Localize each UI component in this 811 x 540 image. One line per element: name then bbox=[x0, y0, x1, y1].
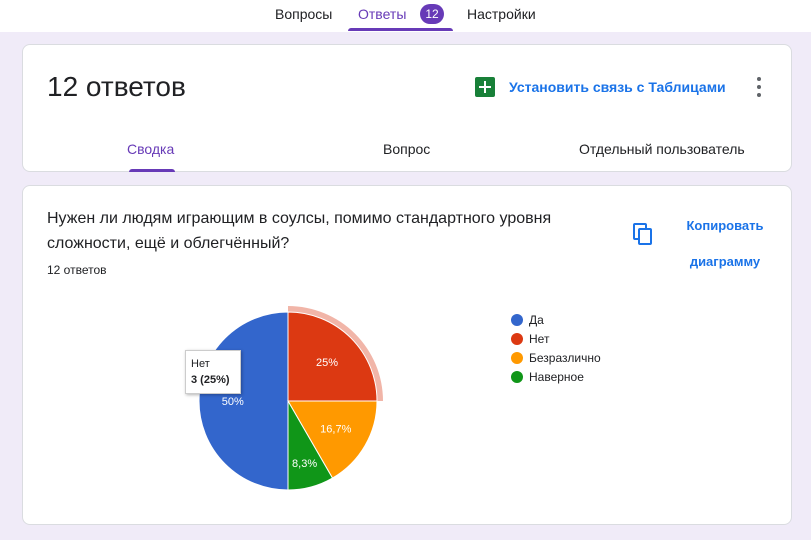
legend-swatch bbox=[511, 332, 523, 345]
question-summary-card: Нужен ли людям играющим в соулсы, помимо… bbox=[22, 185, 792, 525]
pie-slice-label-4: 8,3% bbox=[292, 458, 317, 470]
pie-slice-label-2: 25% bbox=[316, 357, 338, 369]
tab-responses[interactable]: Ответы bbox=[358, 6, 406, 22]
pie-slice-label-3: 16,7% bbox=[320, 424, 351, 436]
tab-question[interactable]: Вопрос bbox=[383, 141, 430, 157]
tab-individual[interactable]: Отдельный пользователь bbox=[579, 141, 745, 157]
legend-item-3[interactable]: Безразлично bbox=[511, 348, 601, 367]
tab-summary[interactable]: Сводка bbox=[127, 141, 174, 157]
legend-item-2[interactable]: Нет bbox=[511, 329, 601, 348]
tooltip-label: Нет bbox=[191, 358, 210, 370]
legend-swatch bbox=[511, 370, 523, 383]
legend-swatch bbox=[511, 313, 523, 326]
chart-legend: Да Нет Безразлично Наверное bbox=[511, 310, 601, 386]
chart-tooltip: Нет 3 (25%) bbox=[185, 350, 241, 394]
active-tab-indicator bbox=[348, 28, 453, 31]
pie-slice-label-1: 50% bbox=[222, 396, 244, 408]
responses-count-badge: 12 bbox=[420, 4, 444, 24]
pie-chart: 50% 25% 16,7% 8,3% bbox=[198, 306, 383, 491]
legend-label: Нет bbox=[529, 331, 550, 346]
tab-settings[interactable]: Настройки bbox=[467, 6, 536, 22]
responses-header-card: 12 ответов Установить связь с Таблицами … bbox=[22, 44, 792, 172]
legend-item-1[interactable]: Да bbox=[511, 310, 601, 329]
link-sheets-label: Установить связь с Таблицами bbox=[509, 79, 726, 95]
copy-icon bbox=[633, 223, 652, 245]
copy-chart-label-2: диаграмму bbox=[689, 254, 761, 269]
copy-chart-button[interactable]: Копировать диаграмму bbox=[633, 206, 783, 269]
form-tabs: Вопросы Ответы 12 Настройки bbox=[0, 0, 811, 32]
sheets-icon bbox=[475, 77, 495, 97]
legend-label: Наверное bbox=[529, 369, 584, 384]
page-title: 12 ответов bbox=[47, 71, 186, 102]
legend-item-4[interactable]: Наверное bbox=[511, 367, 601, 386]
legend-label: Да bbox=[529, 312, 544, 327]
tooltip-value: 3 (25%) bbox=[191, 374, 230, 386]
more-options-icon[interactable] bbox=[753, 75, 765, 99]
tab-questions[interactable]: Вопросы bbox=[275, 6, 332, 22]
copy-chart-label-1: Копировать bbox=[686, 218, 764, 233]
active-subtab-indicator bbox=[129, 169, 175, 172]
legend-label: Безразлично bbox=[529, 350, 601, 365]
legend-swatch bbox=[511, 351, 523, 364]
top-bar: Вопросы Ответы 12 Настройки bbox=[0, 0, 811, 32]
link-sheets-button[interactable]: Установить связь с Таблицами bbox=[475, 75, 726, 99]
